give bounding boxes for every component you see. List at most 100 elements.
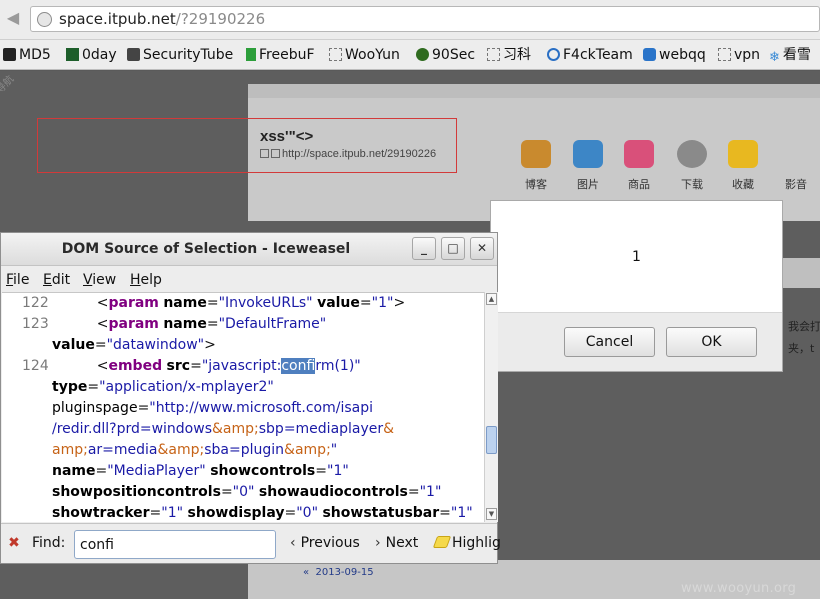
find-label: Find: xyxy=(32,535,66,551)
close-find-icon[interactable]: ✖ xyxy=(7,536,21,550)
attr-value: sbp=mediaplayer xyxy=(258,421,384,437)
bookmark-label: SecurityTube xyxy=(143,47,234,63)
url-text: space.itpub.net/?29190226 xyxy=(59,10,265,28)
close-button[interactable]: ✕ xyxy=(470,237,494,260)
menu-rest: iew xyxy=(92,272,117,288)
scroll-up-icon[interactable]: ▲ xyxy=(486,293,497,305)
blank-page-icon xyxy=(718,48,731,61)
attr-name: showaudiocontrols xyxy=(258,484,408,500)
highlight-label: Highlig xyxy=(452,535,501,551)
menu-accel: E xyxy=(43,272,52,288)
bookmark-label: MD5 xyxy=(19,47,51,63)
entity: &amp; xyxy=(284,442,331,458)
minimize-button[interactable]: _ xyxy=(412,237,436,260)
star-icon xyxy=(728,140,758,168)
bookmark-kanxue[interactable]: ❄ 看雪 xyxy=(769,46,811,65)
chevron-left-icon: ‹ xyxy=(290,535,296,551)
source-line: showtracker="1" showdisplay="0" showstat… xyxy=(52,505,473,521)
source-line: name="MediaPlayer" showcontrols="1" xyxy=(52,463,349,479)
bookmark-label: 看雪 xyxy=(782,47,811,63)
media-icon xyxy=(781,140,811,168)
bookmark-label: F4ckTeam xyxy=(563,47,633,63)
vertical-scrollbar[interactable]: ▲ ▼ xyxy=(484,292,498,522)
bookmark-md5[interactable]: MD5 xyxy=(3,46,51,64)
nav-download[interactable]: 下载 xyxy=(672,140,712,192)
attr-value: "MediaPlayer" xyxy=(107,463,206,479)
nav-media[interactable]: 影音 xyxy=(776,140,816,192)
source-view[interactable]: 122 <param name="InvokeURLs" value="1"> 1… xyxy=(2,292,484,522)
calendar-date[interactable]: « 2013-09-15 xyxy=(303,567,374,578)
alert-body: 1 xyxy=(491,201,782,313)
bookmark-freebuf[interactable]: FreebuF xyxy=(246,46,315,64)
source-line: amp;ar=media&amp;sba=plugin&amp;" xyxy=(52,440,337,461)
bookmark-webqq[interactable]: webqq xyxy=(643,46,706,64)
url-path: /?29190226 xyxy=(175,10,266,28)
menu-view[interactable]: View xyxy=(83,272,116,288)
attr-name: showpositioncontrols xyxy=(52,484,221,500)
scroll-down-icon[interactable]: ▼ xyxy=(486,508,497,520)
attr-value: "1" xyxy=(371,295,394,311)
menu-edit[interactable]: Edit xyxy=(43,272,70,288)
menu-help[interactable]: Help xyxy=(130,272,162,288)
site-identity-icon[interactable] xyxy=(37,12,52,27)
scroll-thumb[interactable] xyxy=(486,426,497,454)
alert-message: 1 xyxy=(632,249,641,265)
attr-name: pluginspage xyxy=(52,400,138,416)
date-text: 2013-09-15 xyxy=(315,567,374,578)
bookmark-f4ckteam[interactable]: F4ckTeam xyxy=(547,46,633,64)
attr-value: ar=media xyxy=(87,442,158,458)
bookmark-wooyun[interactable]: WooYun xyxy=(329,46,400,64)
attr-value: "InvokeURLs" xyxy=(218,295,313,311)
attr-value: sba=plugin xyxy=(204,442,285,458)
nav-label: 下载 xyxy=(681,178,703,191)
window-titlebar[interactable]: DOM Source of Selection - Iceweasel _ □ … xyxy=(1,233,497,266)
source-line: /redir.dll?prd=windows&amp;sbp=mediaplay… xyxy=(52,419,394,440)
entity: &amp; xyxy=(212,421,259,437)
nav-label: 商品 xyxy=(628,178,650,191)
bookmark-securitytube[interactable]: SecurityTube xyxy=(127,46,233,64)
attr-name: value xyxy=(317,295,360,311)
attr-name: showcontrols xyxy=(210,463,316,479)
menu-accel: F xyxy=(6,272,14,288)
attr-value: "1" xyxy=(419,484,442,500)
cancel-button[interactable]: Cancel xyxy=(564,327,655,357)
alert-dialog: 1 Cancel OK xyxy=(490,200,783,372)
find-previous-button[interactable]: ‹ Previous xyxy=(290,535,360,551)
attr-name: type xyxy=(52,379,88,395)
attr-name: showdisplay xyxy=(187,505,285,521)
bookmark-90sec[interactable]: 90Sec xyxy=(416,46,475,64)
highlighter-icon xyxy=(432,536,452,548)
nav-favorites[interactable]: 收藏 xyxy=(723,140,763,192)
attr-value: " xyxy=(330,442,338,458)
find-next-button[interactable]: › Next xyxy=(375,535,418,551)
90sec-icon xyxy=(416,48,429,61)
freebuf-icon xyxy=(246,48,256,61)
menu-file[interactable]: File xyxy=(6,272,29,288)
attr-name: showstatusbar xyxy=(322,505,440,521)
maximize-button[interactable]: □ xyxy=(441,237,465,260)
attr-name: name xyxy=(163,295,207,311)
watermark: www.wooyun.org xyxy=(681,581,797,596)
book-icon xyxy=(521,140,551,168)
bookmark-xike[interactable]: 习科 xyxy=(487,46,531,64)
ok-button[interactable]: OK xyxy=(666,327,757,357)
0day-icon xyxy=(66,48,79,61)
bookmark-vpn[interactable]: vpn xyxy=(718,46,760,64)
nav-blog[interactable]: 博客 xyxy=(516,140,556,192)
highlight-all-button[interactable]: Highlig xyxy=(432,535,501,551)
nav-photos[interactable]: 图片 xyxy=(568,140,608,192)
nav-goods[interactable]: 商品 xyxy=(619,140,659,192)
source-line: type="application/x-mplayer2" xyxy=(52,379,274,395)
chevron-right-icon: › xyxy=(375,535,381,551)
menu-rest: dit xyxy=(51,272,71,288)
back-arrow-icon[interactable]: ◀ xyxy=(4,9,22,27)
f4ckteam-icon xyxy=(547,48,560,61)
red-annotation-box xyxy=(37,118,457,173)
url-bar[interactable]: space.itpub.net/?29190226 xyxy=(30,6,820,32)
entity: & xyxy=(383,421,395,437)
attr-name: src xyxy=(166,358,191,374)
bookmark-0day[interactable]: 0day xyxy=(66,46,117,64)
find-input[interactable] xyxy=(74,530,276,559)
url-scheme-host: space.itpub.net xyxy=(59,10,176,28)
line-number: 122 xyxy=(22,295,49,311)
